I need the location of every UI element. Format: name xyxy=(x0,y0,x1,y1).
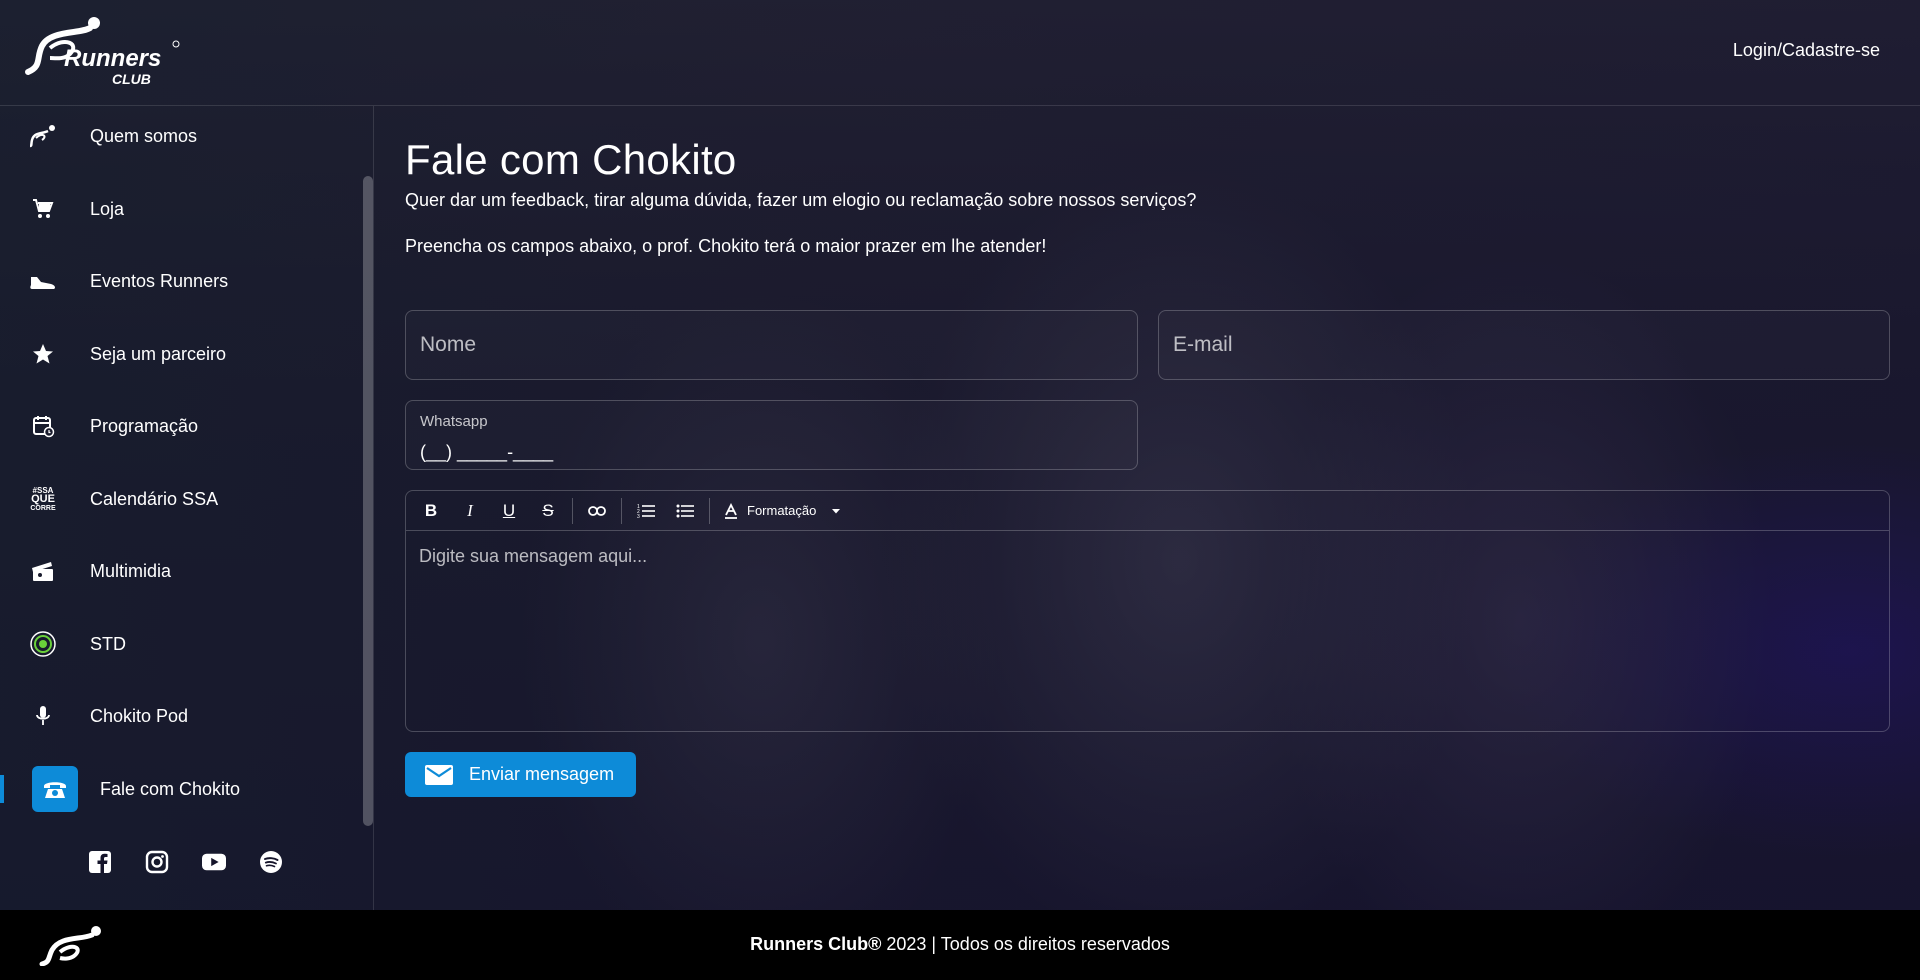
format-dropdown-label: Formatação xyxy=(747,503,817,518)
svg-text:Runners: Runners xyxy=(64,45,161,72)
cart-icon xyxy=(26,192,60,226)
sidebar-item-seja-um-parceiro[interactable]: Seja um parceiro xyxy=(0,330,360,378)
underline-button[interactable]: U xyxy=(494,496,524,526)
runner-logo-icon xyxy=(26,119,60,153)
microphone-icon xyxy=(26,699,60,733)
youtube-icon[interactable] xyxy=(202,850,226,874)
editor-body xyxy=(406,532,1889,731)
ordered-list-button[interactable]: 123 xyxy=(631,496,661,526)
strikethrough-button[interactable]: S xyxy=(533,496,563,526)
calendar-icon xyxy=(26,409,60,443)
top-header: Runners CLUB Login/Cadastre-se xyxy=(0,0,1920,106)
link-button[interactable] xyxy=(582,496,612,526)
svg-text:CLUB: CLUB xyxy=(112,71,151,87)
ordered-list-icon: 123 xyxy=(637,504,655,519)
format-dropdown[interactable]: Formatação xyxy=(723,502,842,519)
message-input[interactable] xyxy=(406,532,1889,731)
sidebar-item-loja[interactable]: Loja xyxy=(0,185,360,233)
sidebar-item-label: Eventos Runners xyxy=(90,270,229,291)
toolbar-divider xyxy=(572,497,573,524)
std-target-icon xyxy=(26,627,60,661)
message-editor: B I U S 123 Formatação xyxy=(405,490,1890,732)
sidebar-item-label: Quem somos xyxy=(90,125,198,146)
instagram-icon[interactable] xyxy=(145,850,169,874)
form-instructions: Preencha os campos abaixo, o prof. Choki… xyxy=(405,236,1047,256)
editor-toolbar: B I U S 123 Formatação xyxy=(406,491,1889,531)
facebook-icon[interactable] xyxy=(88,850,112,874)
social-links xyxy=(88,850,283,874)
sidebar-item-label: Multimidia xyxy=(90,560,172,581)
sidebar-item-label: Programação xyxy=(90,415,199,436)
link-icon xyxy=(588,505,606,516)
footer-divider: | xyxy=(931,934,937,954)
login-signup-link[interactable]: Login/Cadastre-se xyxy=(1733,40,1880,61)
sidebar-item-label: STD xyxy=(90,633,126,654)
whatsapp-field-wrapper: Whatsapp xyxy=(405,400,1138,470)
footer-rights: Todos os direitos reservados xyxy=(940,934,1170,954)
sidebar-item-calendario-ssa[interactable]: #SSA QUE CORRE Calendário SSA xyxy=(0,475,360,523)
envelope-icon xyxy=(425,764,453,785)
bullet-list-button[interactable] xyxy=(670,496,700,526)
sidebar-item-label: Calendário SSA xyxy=(90,488,219,509)
sidebar-item-programacao[interactable]: Programação xyxy=(0,402,360,450)
sidebar-item-std[interactable]: STD xyxy=(0,620,360,668)
footer-copyright: Runners Club® 2023 | Todos os direitos r… xyxy=(0,934,1920,955)
sidebar: Quem somos Loja Eventos Runners Seja um … xyxy=(0,106,374,910)
sidebar-item-multimidia[interactable]: Multimidia xyxy=(0,547,360,595)
send-message-button[interactable]: Enviar mensagem xyxy=(405,752,636,797)
whatsapp-label: Whatsapp xyxy=(420,413,488,430)
footer: Runners Club® 2023 | Todos os direitos r… xyxy=(0,910,1920,980)
runners-club-logo[interactable]: Runners CLUB xyxy=(20,14,185,88)
ssa-que-corre-icon: #SSA QUE CORRE xyxy=(30,485,56,512)
sidebar-item-fale-com-chokito[interactable]: Fale com Chokito xyxy=(0,765,360,813)
italic-button[interactable]: I xyxy=(455,496,485,526)
toolbar-divider xyxy=(709,497,710,524)
whatsapp-input[interactable] xyxy=(420,435,720,469)
clapperboard-icon xyxy=(26,554,60,588)
send-button-label: Enviar mensagem xyxy=(469,764,615,784)
sidebar-item-label: Chokito Pod xyxy=(90,705,189,726)
name-input[interactable] xyxy=(406,311,1137,379)
sidebar-item-eventos-runners[interactable]: Eventos Runners xyxy=(0,257,360,305)
toolbar-divider xyxy=(621,497,622,524)
telephone-icon xyxy=(32,766,78,812)
sidebar-item-label: Seja um parceiro xyxy=(90,343,227,364)
email-input[interactable] xyxy=(1159,311,1889,379)
chevron-down-icon xyxy=(832,508,841,513)
footer-brand: Runners Club® xyxy=(750,934,882,954)
sidebar-scrollbar[interactable] xyxy=(363,176,373,826)
text-color-icon xyxy=(725,502,737,519)
sidebar-item-chokito-pod[interactable]: Chokito Pod xyxy=(0,692,360,740)
name-field-wrapper xyxy=(405,310,1138,380)
email-field-wrapper xyxy=(1158,310,1890,380)
sidebar-item-label: Loja xyxy=(90,198,125,219)
sidebar-item-label: Fale com Chokito xyxy=(100,778,241,799)
sneaker-icon xyxy=(26,264,60,298)
sidebar-item-quem-somos[interactable]: Quem somos xyxy=(0,112,360,160)
page-title: Fale com Chokito xyxy=(405,136,737,183)
svg-text:3: 3 xyxy=(637,514,640,519)
bullet-list-icon xyxy=(676,504,694,517)
star-icon xyxy=(26,337,60,371)
footer-year: 2023 xyxy=(886,934,927,954)
spotify-icon[interactable] xyxy=(259,850,283,874)
page-subtitle: Quer dar um feedback, tirar alguma dúvid… xyxy=(405,190,1197,210)
active-indicator xyxy=(0,775,4,803)
bold-button[interactable]: B xyxy=(416,496,446,526)
